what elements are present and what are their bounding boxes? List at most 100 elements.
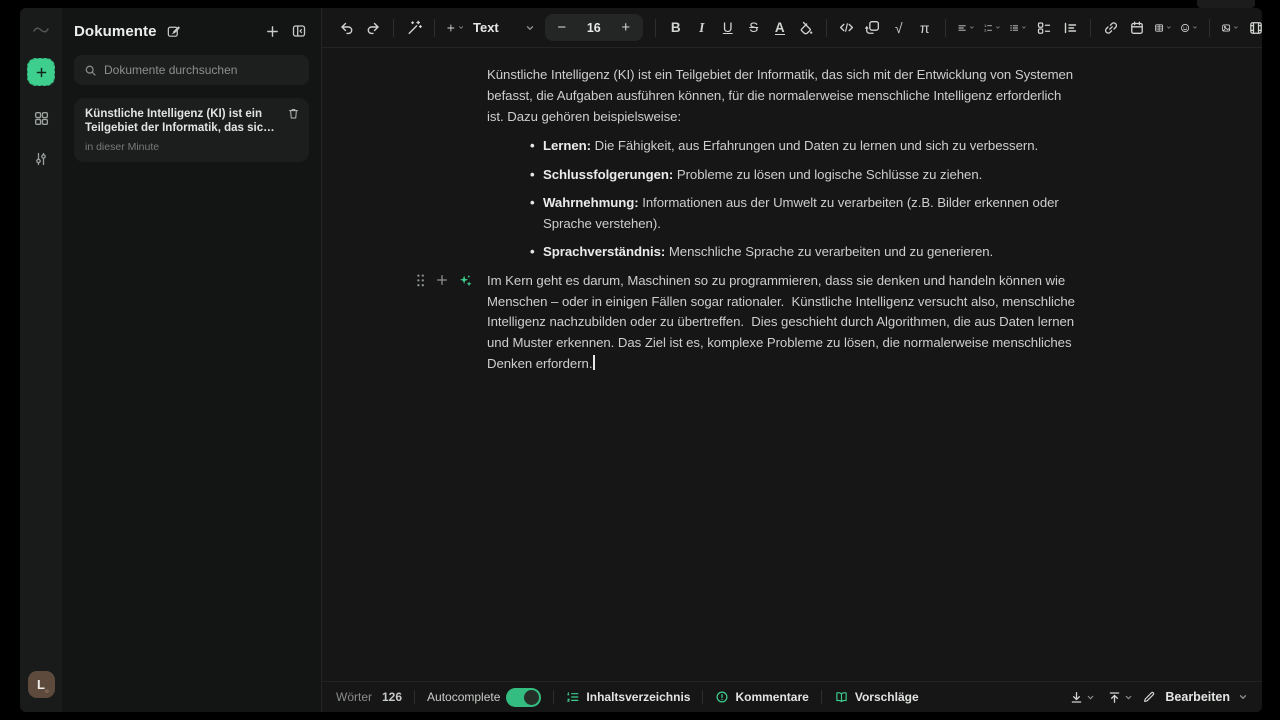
document-body[interactable]: Künstliche Intelligenz (KI) ist ein Teil…: [487, 65, 1075, 375]
strikethrough-button[interactable]: S: [742, 15, 766, 41]
suggestions-book-icon: [834, 690, 849, 704]
word-count-value: 126: [382, 690, 402, 704]
toc-icon: [566, 690, 580, 704]
bullet-list-button[interactable]: [1006, 15, 1030, 41]
text-cursor: [593, 355, 595, 370]
comments-label: Kommentare: [735, 690, 808, 704]
math-button[interactable]: √: [887, 15, 911, 41]
link-icon: [1103, 20, 1119, 36]
block-type-dropdown[interactable]: Text: [469, 20, 539, 35]
add-block-icon[interactable]: [435, 273, 449, 287]
compose-icon[interactable]: [164, 22, 183, 41]
new-document-button[interactable]: [27, 58, 55, 86]
export-top-button[interactable]: [1104, 686, 1136, 708]
replace-button[interactable]: [861, 15, 885, 41]
indent-list-button[interactable]: [1058, 15, 1082, 41]
document-list-item[interactable]: Künstliche Intelligenz (KI) ist ein Teil…: [74, 98, 309, 162]
suggestions-button[interactable]: Vorschläge: [834, 690, 919, 704]
suggestions-label: Vorschläge: [855, 690, 919, 704]
upload-icon: [1107, 690, 1122, 705]
comments-icon: [715, 690, 729, 704]
svg-text:1.: 1.: [984, 23, 987, 27]
insert-block-button[interactable]: [443, 15, 467, 41]
plus-icon: [35, 66, 48, 79]
highlight-button[interactable]: [794, 15, 818, 41]
link-button[interactable]: [1099, 15, 1123, 41]
replace-icon: [864, 19, 881, 36]
underline-button[interactable]: U: [716, 15, 740, 41]
date-button[interactable]: [1125, 15, 1149, 41]
user-initial: L: [37, 677, 45, 692]
block-hover-controls: [415, 273, 473, 288]
tex-button[interactable]: π: [913, 15, 937, 41]
paragraph-conclusion[interactable]: Im Kern geht es darum, Maschinen so zu p…: [487, 273, 1079, 371]
table-of-contents-button[interactable]: Inhaltsverzeichnis: [566, 690, 690, 704]
emoji-button[interactable]: [1177, 15, 1201, 41]
list-item[interactable]: • Lernen: Die Fähigkeit, aus Erfahrungen…: [487, 136, 1075, 157]
bullet-list-icon: [1009, 20, 1019, 36]
app-logo-icon: [33, 26, 49, 34]
image-button[interactable]: [1218, 15, 1242, 41]
add-document-icon[interactable]: [263, 22, 282, 41]
comments-button[interactable]: Kommentare: [715, 690, 808, 704]
redo-button[interactable]: [361, 15, 385, 41]
font-size-decrease-button[interactable]: −: [555, 19, 569, 36]
document-canvas[interactable]: Künstliche Intelligenz (KI) ist ein Teil…: [322, 48, 1262, 681]
list-item[interactable]: • Wahrnehmung: Informationen aus der Umw…: [487, 193, 1075, 235]
chevron-down-icon: [1233, 23, 1239, 32]
word-count-label: Wörter: [336, 690, 372, 704]
ai-edit-button[interactable]: [402, 15, 426, 41]
table-icon: [1154, 20, 1164, 36]
text-color-button[interactable]: A: [768, 15, 792, 41]
font-size-increase-button[interactable]: +: [619, 19, 633, 36]
status-bar-right: Bearbeiten: [1066, 686, 1248, 708]
bullet-marker: •: [530, 165, 543, 186]
status-bar: Wörter 126 Autocomplete Inhaltsverzeichn…: [322, 681, 1262, 712]
editor-main: Text − 16 + B I U S A √: [322, 8, 1262, 712]
autocomplete-control: Autocomplete: [427, 688, 541, 707]
drag-handle-icon[interactable]: [415, 273, 426, 288]
paragraph-intro[interactable]: Künstliche Intelligenz (KI) ist ein Teil…: [487, 65, 1075, 127]
list-item[interactable]: • Schlussfolgerungen: Probleme zu lösen …: [487, 165, 1075, 186]
bold-button[interactable]: B: [664, 15, 688, 41]
ordered-list-button[interactable]: 1.2.: [980, 15, 1004, 41]
bullet-marker: •: [530, 136, 543, 157]
film-icon: [1248, 20, 1262, 36]
align-button[interactable]: [954, 15, 978, 41]
image-icon: [1221, 20, 1231, 36]
table-button[interactable]: [1151, 15, 1175, 41]
ai-sparkles-icon[interactable]: [458, 273, 473, 288]
inline-code-button[interactable]: [835, 15, 859, 41]
collapse-sidebar-icon[interactable]: [289, 21, 309, 41]
apps-grid-icon[interactable]: [33, 110, 50, 127]
checklist-button[interactable]: [1032, 15, 1056, 41]
app-rail: L: [20, 8, 62, 712]
edit-mode-dropdown[interactable]: Bearbeiten: [1142, 690, 1248, 704]
chevron-down-icon: [1166, 23, 1172, 32]
delete-document-icon[interactable]: [287, 107, 300, 120]
undo-button[interactable]: [335, 15, 359, 41]
user-avatar[interactable]: L: [28, 671, 55, 698]
list-item[interactable]: • Sprachverständnis: Menschliche Sprache…: [487, 242, 1075, 263]
bullet-list: • Lernen: Die Fähigkeit, aus Erfahrungen…: [487, 136, 1075, 262]
sidebar-header: Dokumente: [74, 21, 309, 41]
undo-icon: [339, 20, 355, 36]
checklist-icon: [1036, 20, 1052, 36]
video-button[interactable]: [1244, 15, 1262, 41]
fill-color-icon: [798, 20, 814, 36]
chevron-down-icon: [1021, 23, 1027, 32]
code-icon: [838, 19, 855, 36]
pencil-icon: [1142, 690, 1156, 704]
chevron-down-icon: [458, 23, 464, 32]
document-item-timestamp: in dieser Minute: [85, 141, 299, 153]
search-input[interactable]: Dokumente durchsuchen: [74, 55, 309, 85]
settings-sliders-icon[interactable]: [33, 151, 49, 167]
italic-button[interactable]: I: [690, 15, 714, 41]
app-window: L Dokumente Dokumente durchsuchen Künstl…: [20, 8, 1262, 712]
align-left-icon: [957, 20, 967, 36]
emoji-icon: [1180, 20, 1190, 36]
autocomplete-toggle[interactable]: [506, 688, 541, 707]
download-button[interactable]: [1066, 686, 1098, 708]
indent-icon: [1062, 20, 1078, 36]
autocomplete-label: Autocomplete: [427, 690, 500, 704]
